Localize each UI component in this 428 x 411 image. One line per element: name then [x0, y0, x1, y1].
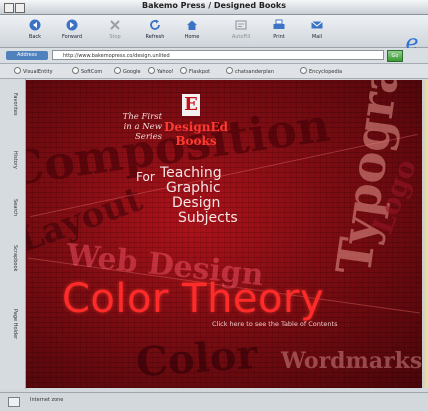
tab-scrapbook[interactable]: Scrapbook: [7, 245, 18, 271]
status-bar: Internet zone: [0, 392, 428, 411]
designed-books-logo-icon: E: [182, 94, 200, 116]
subject-line: Subjects: [178, 210, 238, 226]
forward-arrow-icon: [66, 19, 78, 31]
stop-label: Stop: [109, 34, 121, 40]
explorer-bar-tabs: Favorites History Search Scrapbook Page …: [0, 79, 26, 389]
subject-line: Graphic: [166, 180, 221, 196]
for-label: For: [136, 170, 155, 184]
autofill-label: AutoFill: [231, 34, 251, 40]
print-label: Print: [273, 34, 285, 40]
refresh-icon: [150, 19, 160, 30]
title-bar[interactable]: Bakemo Press / Designed Books: [0, 0, 428, 15]
window-edge: [422, 80, 428, 388]
back-arrow-icon: [29, 19, 41, 31]
tab-page-holder[interactable]: Page Holder: [7, 309, 18, 339]
web-page-content: Composition Typography Web Design Wordma…: [26, 80, 422, 388]
mail-label: Mail: [311, 34, 323, 40]
back-label: Back: [28, 34, 42, 40]
brand-line: DesignEd: [163, 120, 228, 134]
favorite-link[interactable]: Encyclopedia: [300, 67, 342, 75]
bg-word-wordmarks: Wordmarks: [281, 348, 422, 374]
bg-word-color: Color: [134, 330, 259, 387]
tab-search[interactable]: Search: [7, 199, 18, 216]
toolbar: Back Forward Stop Refresh Home AutoFill …: [0, 15, 428, 55]
print-icon: [273, 19, 285, 29]
headline-color-theory[interactable]: Color Theory: [62, 276, 324, 322]
brand-line: Books: [175, 134, 217, 148]
favorite-link[interactable]: Yahoo!: [148, 67, 174, 75]
go-button[interactable]: Go: [387, 50, 403, 62]
status-text: Internet zone: [30, 397, 64, 403]
tab-favorites[interactable]: Favorites: [7, 93, 18, 116]
home-label: Home: [184, 34, 200, 40]
favorite-link[interactable]: Google: [114, 67, 141, 75]
browser-window: Bakemo Press / Designed Books Back Forwa…: [0, 0, 428, 411]
table-of-contents-link[interactable]: Click here to see the Table of Contents: [212, 320, 338, 328]
subject-list: Teaching Graphic Design Subjects: [160, 166, 238, 226]
refresh-button[interactable]: Refresh: [138, 18, 172, 46]
window-title: Bakemo Press / Designed Books: [142, 1, 286, 10]
forward-button[interactable]: Forward: [55, 18, 89, 46]
address-label: Address: [6, 51, 48, 60]
subject-line: Teaching: [160, 165, 222, 181]
stop-button[interactable]: Stop: [98, 18, 132, 46]
refresh-label: Refresh: [145, 34, 165, 40]
autofill-icon: [235, 20, 247, 30]
favorite-link[interactable]: Flaskpot: [180, 67, 210, 75]
favorite-link[interactable]: SoftCom: [72, 67, 102, 75]
autofill-button[interactable]: AutoFill: [224, 18, 258, 46]
address-bar: Address http://www.bakemopress.co/design…: [0, 48, 428, 64]
forward-label: Forward: [61, 34, 83, 40]
home-button[interactable]: Home: [175, 18, 209, 46]
favorite-link[interactable]: VisualEntity: [14, 67, 53, 75]
mail-button[interactable]: Mail: [300, 18, 334, 46]
back-button[interactable]: Back: [18, 18, 52, 46]
zone-icon: [8, 397, 20, 407]
print-button[interactable]: Print: [262, 18, 296, 46]
tab-history[interactable]: History: [7, 151, 18, 169]
brand-name: DesignEd Books: [146, 120, 246, 148]
favorite-link[interactable]: chatsanderplan: [226, 67, 274, 75]
url-input[interactable]: http://www.bakemopress.co/design.unlited: [52, 50, 384, 60]
home-icon: [187, 20, 197, 30]
mail-icon: [311, 21, 323, 29]
stop-icon: [110, 20, 120, 30]
subject-line: Design: [172, 195, 221, 211]
favorites-bar: VisualEntity SoftCom Google Yahoo! Flask…: [0, 64, 428, 79]
